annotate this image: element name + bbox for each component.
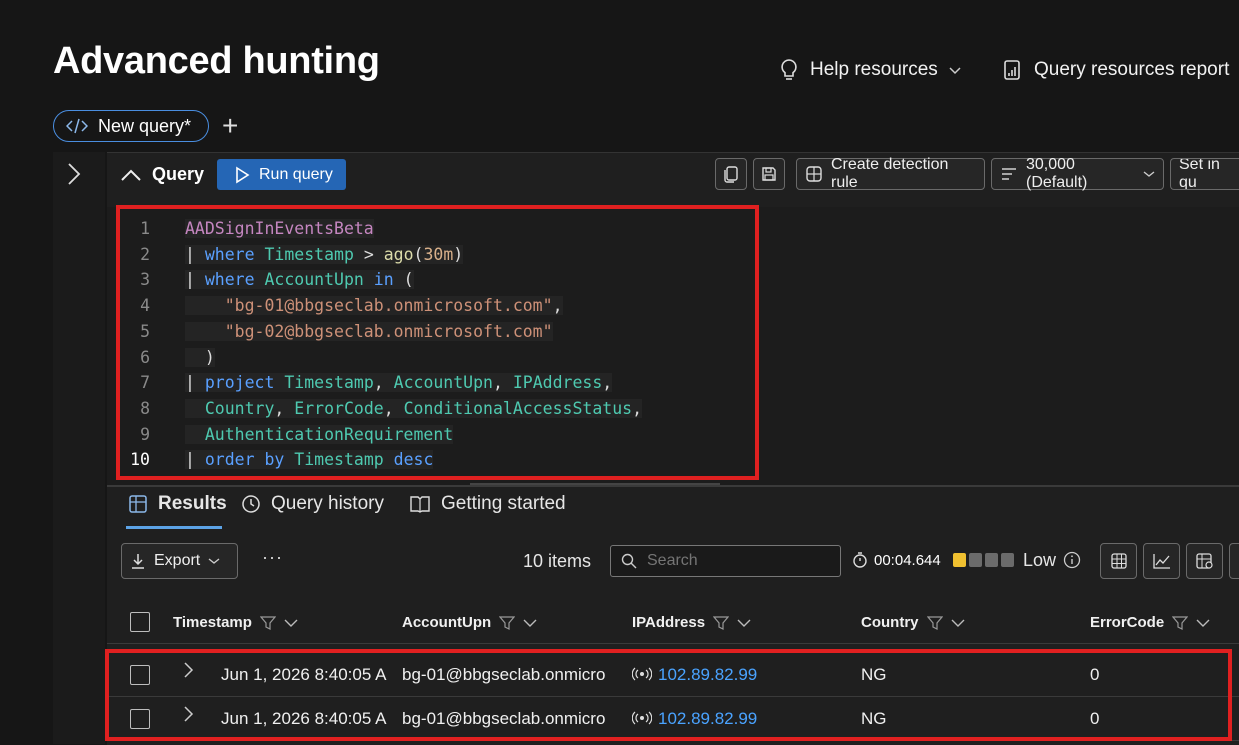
info-icon[interactable] xyxy=(1063,551,1081,569)
filter-icon[interactable] xyxy=(1172,615,1189,631)
query-resources-report-label: Query resources report xyxy=(1034,59,1230,80)
meter-segment xyxy=(985,553,998,567)
code-icon xyxy=(66,118,88,134)
create-detection-rule-label: Create detection rule xyxy=(831,156,949,191)
duration-value: 00:04.644 xyxy=(874,551,941,569)
more-view-button[interactable] xyxy=(1229,543,1239,579)
column-header[interactable]: ErrorCode xyxy=(1090,614,1210,631)
create-detection-rule-button[interactable]: Create detection rule xyxy=(796,156,985,191)
filter-icon[interactable] xyxy=(499,615,516,631)
query-resources-report-button[interactable]: Query resources report xyxy=(1002,58,1229,82)
column-header[interactable]: AccountUpn xyxy=(402,614,537,631)
save-icon xyxy=(761,166,777,182)
tab-results-label: Results xyxy=(158,493,227,514)
set-in-query-button[interactable]: Set in qu xyxy=(1170,158,1239,190)
splitter[interactable] xyxy=(107,485,1239,487)
results-search-box[interactable] xyxy=(610,545,841,577)
chevron-up-icon xyxy=(120,168,142,182)
items-count: 10 items xyxy=(523,551,592,571)
stopwatch-icon xyxy=(852,551,868,569)
column-header-label: AccountUpn xyxy=(402,614,492,631)
active-tab-indicator xyxy=(126,526,222,529)
results-highlight-box xyxy=(105,649,1232,741)
run-query-button[interactable]: Run query xyxy=(217,159,346,190)
meter-segment xyxy=(953,553,966,567)
meter-segment xyxy=(969,553,982,567)
chevron-down-icon xyxy=(208,557,220,565)
tab-getting-started[interactable]: Getting started xyxy=(409,493,566,515)
sort-chevron-icon[interactable] xyxy=(284,618,298,628)
meter-segment xyxy=(1001,553,1014,567)
tab-results[interactable]: Results xyxy=(128,493,227,515)
table-settings-icon xyxy=(1195,553,1214,569)
report-icon xyxy=(1002,58,1024,82)
column-header[interactable]: Country xyxy=(861,614,965,631)
grid-icon xyxy=(128,494,148,514)
export-button[interactable]: Export xyxy=(121,543,238,579)
table-view-button[interactable] xyxy=(1100,543,1137,579)
column-header-label: Country xyxy=(861,614,919,631)
lightbulb-icon xyxy=(778,58,800,82)
chart-view-button[interactable] xyxy=(1143,543,1180,579)
resource-usage-meter xyxy=(953,553,1014,567)
lines-icon xyxy=(1000,167,1018,181)
help-resources-label: Help resources xyxy=(810,59,938,80)
query-label: Query xyxy=(152,164,205,184)
query-highlight-box xyxy=(116,205,759,480)
customize-columns-button[interactable] xyxy=(1186,543,1223,579)
more-options-icon[interactable]: ··· xyxy=(262,547,283,568)
help-resources-button[interactable]: Help resources xyxy=(778,58,962,82)
column-header[interactable]: IPAddress xyxy=(632,614,751,631)
filter-icon[interactable] xyxy=(713,615,730,631)
clock-icon xyxy=(241,494,261,514)
sort-chevron-icon[interactable] xyxy=(737,618,751,628)
tab-getting-started-label: Getting started xyxy=(441,493,566,514)
play-icon xyxy=(233,166,251,184)
tab-new-query[interactable]: New query* xyxy=(53,110,209,142)
tab-query-history-label: Query history xyxy=(271,493,384,514)
page-title: Advanced hunting xyxy=(53,40,380,82)
set-in-query-label: Set in qu xyxy=(1179,158,1220,190)
column-header[interactable]: Timestamp xyxy=(173,614,298,631)
download-icon xyxy=(130,552,146,570)
column-header-label: Timestamp xyxy=(173,614,252,631)
export-label: Export xyxy=(154,552,201,569)
schema-panel-collapsed xyxy=(53,152,105,744)
filter-icon[interactable] xyxy=(926,615,943,631)
column-header-label: IPAddress xyxy=(632,614,706,631)
search-input[interactable] xyxy=(645,551,819,571)
query-duration: 00:04.644 xyxy=(852,551,941,569)
chevron-down-icon xyxy=(948,65,962,75)
book-icon xyxy=(409,494,431,514)
chevron-down-icon xyxy=(1143,170,1155,178)
column-header-label: ErrorCode xyxy=(1090,614,1165,631)
save-button[interactable] xyxy=(753,158,785,190)
result-limit-label: 30,000 (Default) xyxy=(1026,156,1088,191)
filter-icon[interactable] xyxy=(259,615,276,631)
search-icon xyxy=(621,553,637,569)
sort-chevron-icon[interactable] xyxy=(1196,618,1210,628)
sort-chevron-icon[interactable] xyxy=(951,618,965,628)
query-collapse-toggle[interactable]: Query xyxy=(120,164,204,185)
table-icon xyxy=(1110,553,1127,569)
copy-button[interactable] xyxy=(715,158,747,190)
result-limit-dropdown[interactable]: 30,000 (Default) xyxy=(991,156,1164,191)
sort-chevron-icon[interactable] xyxy=(523,618,537,628)
select-all-checkbox[interactable] xyxy=(130,612,150,632)
tab-query-history[interactable]: Query history xyxy=(241,493,384,515)
tab-label: New query* xyxy=(98,115,192,136)
header-divider xyxy=(107,643,1239,644)
add-tab-icon[interactable]: + xyxy=(222,112,238,140)
expand-panel-chevron-icon[interactable] xyxy=(66,162,82,186)
line-chart-icon xyxy=(1152,553,1171,569)
resource-level-label: Low xyxy=(1023,550,1057,570)
detection-rule-icon xyxy=(805,165,823,183)
run-query-label: Run query xyxy=(259,165,333,183)
copy-icon xyxy=(723,165,739,183)
